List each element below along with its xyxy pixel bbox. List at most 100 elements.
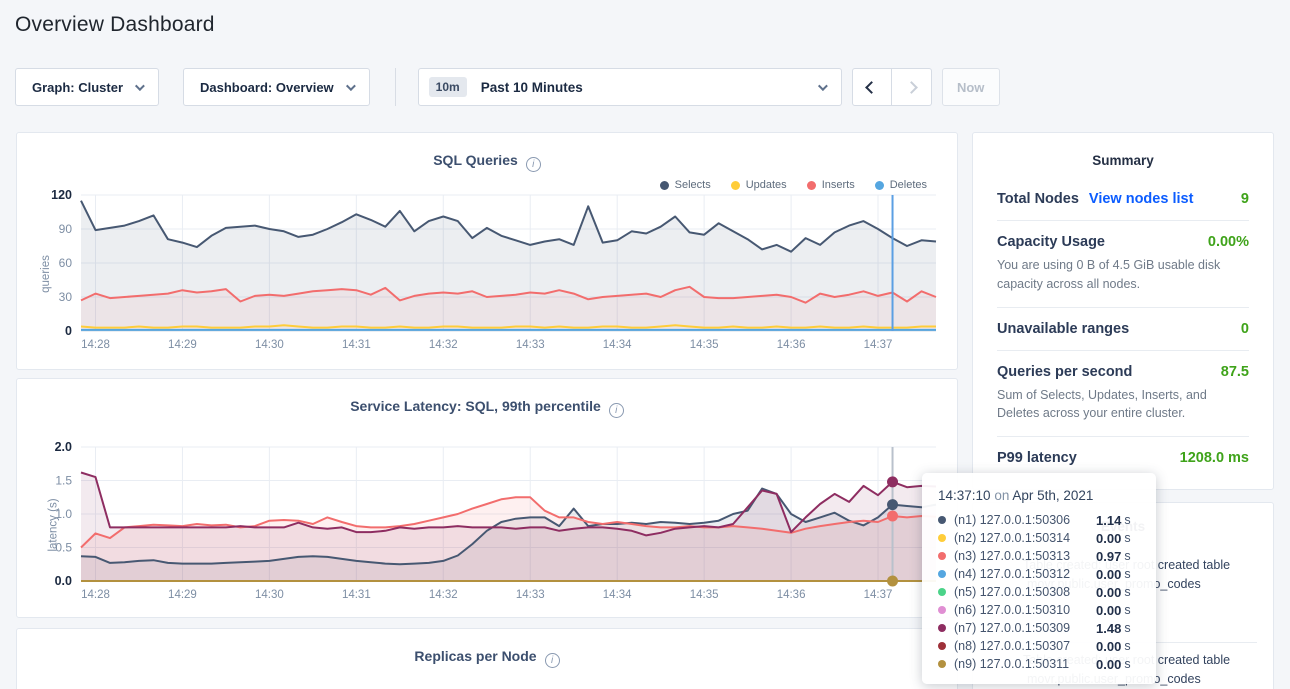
time-back-button[interactable] [852,68,892,106]
svg-text:14:28: 14:28 [81,589,110,601]
node-latency-unit: s [1124,531,1130,545]
chevron-left-icon [865,81,878,94]
summary-value: 1208.0 ms [1180,450,1249,466]
svg-text:14:28: 14:28 [81,339,110,351]
svg-text:14:29: 14:29 [168,589,197,601]
chart-svg[interactable]: 030609012014:2814:2914:3014:3114:3214:33… [29,189,945,353]
chart-title: Service Latency: SQL, 99th percentile [350,398,601,414]
time-range-badge: 10m [429,77,467,97]
summary-label: Unavailable ranges [997,321,1129,337]
chevron-right-icon [905,81,918,94]
summary-heading: Summary [997,153,1249,168]
node-latency-unit: s [1124,621,1130,635]
time-nav [852,68,932,106]
node-latency-value: 0.00 [1096,585,1121,600]
summary-label: Capacity Usage [997,234,1105,250]
dashboard-dropdown[interactable]: Dashboard: Overview [183,68,370,106]
tooltip-node-row: (n7) 127.0.0.1:503091.48s [938,619,1140,637]
svg-text:90: 90 [59,222,73,236]
chart-title: SQL Queries [433,152,518,168]
time-range-picker[interactable]: 10m Past 10 Minutes [418,68,842,106]
svg-text:0: 0 [65,324,72,338]
tooltip-node-row: (n6) 127.0.0.1:503100.00s [938,601,1140,619]
node-latency-value: 1.48 [1096,621,1121,636]
node-address: (n2) 127.0.0.1:50314 [954,531,1096,545]
summary-value: 0.00% [1208,234,1249,250]
service-latency-chart[interactable]: latency (s) 0.00.51.01.52.014:2814:2914:… [29,441,945,608]
time-range-label: Past 10 Minutes [481,80,583,95]
info-icon[interactable]: i [526,157,541,172]
svg-text:14:30: 14:30 [255,339,284,351]
svg-text:14:30: 14:30 [255,589,284,601]
tooltip-node-row: (n4) 127.0.0.1:503120.00s [938,565,1140,583]
now-button[interactable]: Now [942,68,1000,106]
node-address: (n4) 127.0.0.1:50312 [954,567,1096,581]
node-latency-value: 0.00 [1096,567,1121,582]
svg-text:14:34: 14:34 [603,589,632,601]
svg-text:14:32: 14:32 [429,589,458,601]
dashboard-dropdown-label: Dashboard: Overview [200,80,334,95]
svg-text:14:35: 14:35 [690,339,719,351]
node-address: (n9) 127.0.0.1:50311 [954,657,1096,671]
node-color-dot [938,660,946,668]
svg-text:14:34: 14:34 [603,339,632,351]
summary-value: 87.5 [1221,364,1249,380]
y-axis-label: queries [40,255,52,293]
node-latency-value: 1.14 [1096,513,1121,528]
svg-text:60: 60 [59,256,73,270]
svg-text:30: 30 [59,290,73,304]
node-latency-value: 0.00 [1096,603,1121,618]
node-latency-value: 0.00 [1096,657,1121,672]
summary-label: Queries per second [997,364,1132,380]
view-nodes-list-link[interactable]: View nodes list [1089,191,1194,207]
sql-queries-chart[interactable]: queries 0 30 60 90 120 14:28 14:29 14:30 14:31 14… [29,189,945,358]
node-color-dot [938,624,946,632]
info-icon[interactable]: i [545,653,560,668]
toolbar: Graph: Cluster Dashboard: Overview 10m P… [15,68,1000,106]
tooltip-node-row: (n3) 127.0.0.1:503130.97s [938,547,1140,565]
node-address: (n8) 127.0.0.1:50307 [954,639,1096,653]
chart-svg[interactable]: 0.00.51.01.52.014:2814:2914:3014:3114:32… [29,441,945,603]
summary-row: Total Nodes View nodes list 9 [997,178,1249,220]
node-address: (n1) 127.0.0.1:50306 [954,513,1096,527]
node-latency-unit: s [1124,513,1130,527]
svg-text:0.0: 0.0 [55,574,72,588]
node-color-dot [938,642,946,650]
chevron-down-icon [818,81,828,91]
summary-description: Sum of Selects, Updates, Inserts, and De… [997,386,1249,424]
node-address: (n6) 127.0.0.1:50310 [954,603,1096,617]
node-latency-unit: s [1124,603,1130,617]
node-latency-unit: s [1124,585,1130,599]
info-icon[interactable]: i [609,403,624,418]
summary-row: Queries per second 87.5 Sum of Selects, Up… [997,350,1249,437]
summary-value: 0 [1241,321,1249,337]
summary-label: Total Nodes [997,191,1079,207]
node-color-dot [938,534,946,542]
graph-dropdown[interactable]: Graph: Cluster [15,68,159,106]
svg-text:14:33: 14:33 [516,339,545,351]
tooltip-node-row: (n2) 127.0.0.1:503140.00s [938,529,1140,547]
svg-text:14:36: 14:36 [777,589,806,601]
svg-text:14:31: 14:31 [342,339,371,351]
node-color-dot [938,516,946,524]
node-latency-value: 0.00 [1096,531,1121,546]
summary-description: You are using 0 B of 4.5 GiB usable disk… [997,256,1249,294]
tooltip-node-row: (n1) 127.0.0.1:503061.14s [938,511,1140,529]
node-latency-unit: s [1124,657,1130,671]
chevron-down-icon [135,81,145,91]
graph-dropdown-label: Graph: Cluster [32,80,123,95]
summary-panel: Summary Total Nodes View nodes list 9 Capac… [972,132,1274,490]
time-forward-button[interactable] [892,68,932,106]
replicas-per-node-panel: Replicas per Nodei [16,628,958,689]
summary-value: 9 [1241,191,1249,207]
node-address: (n3) 127.0.0.1:50313 [954,549,1096,563]
node-latency-value: 0.00 [1096,639,1121,654]
node-color-dot [938,606,946,614]
svg-text:14:29: 14:29 [168,339,197,351]
tooltip-node-row: (n8) 127.0.0.1:503070.00s [938,637,1140,655]
svg-text:14:37: 14:37 [864,589,893,601]
node-address: (n5) 127.0.0.1:50308 [954,585,1096,599]
summary-row: Capacity Usage 0.00% You are using 0 B of … [997,220,1249,307]
service-latency-panel: Service Latency: SQL, 99th percentilei l… [16,378,958,618]
svg-text:120: 120 [51,189,72,202]
